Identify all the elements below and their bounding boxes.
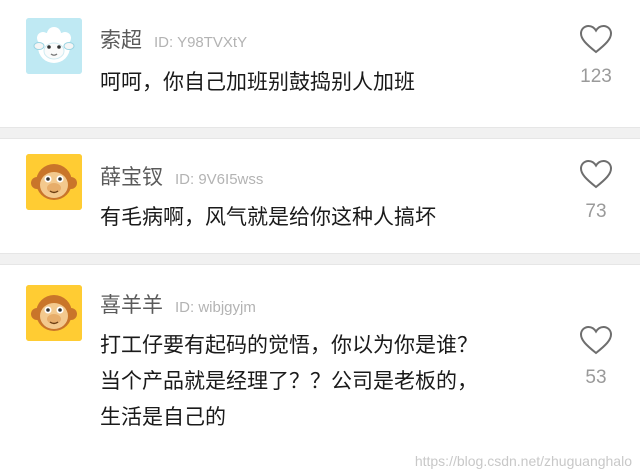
user-id: ID: 9V6I5wss [175, 171, 264, 188]
like-button[interactable]: 123 [574, 24, 618, 88]
like-count: 123 [580, 66, 612, 87]
user-id: ID: Y98TVXtY [154, 34, 248, 51]
watermark: https://blog.csdn.net/zhuguanghalo [414, 453, 632, 469]
username[interactable]: 喜羊羊 [100, 293, 163, 317]
comment-text: 呵呵，你自己加班别鼓捣别人加班 [100, 64, 560, 100]
comment-list: 索超 ID: Y98TVXtY 呵呵，你自己加班别鼓捣别人加班 123 薛宝钗 … [0, 0, 640, 475]
username[interactable]: 薛宝钗 [100, 165, 163, 189]
username[interactable]: 索超 [100, 28, 142, 52]
comment-line: 打工仔要有起码的觉悟，你以为你是谁？ [100, 333, 478, 357]
comment-text: 有毛病啊，风气就是给你这种人搞坏 [100, 199, 560, 235]
monkey-icon [26, 285, 82, 341]
heart-icon [579, 24, 613, 54]
heart-icon [579, 325, 613, 355]
username-row: 薛宝钗 ID: 9V6I5wss [100, 161, 263, 191]
like-count: 73 [585, 201, 607, 222]
comment-item: 喜羊羊 ID: wibjgyjm 打工仔要有起码的觉悟，你以为你是谁？ 当个产品就… [0, 265, 640, 475]
username-row: 索超 ID: Y98TVXtY [100, 24, 247, 54]
comment-line: 有毛病啊，风气就是给你这种人搞坏 [100, 205, 436, 229]
like-button[interactable]: 53 [574, 325, 618, 389]
comment-text: 打工仔要有起码的觉悟，你以为你是谁？ 当个产品就是经理了？？公司是老板的， 生活… [100, 327, 560, 435]
sheep-icon [26, 18, 82, 74]
monkey-icon [26, 154, 82, 210]
username-row: 喜羊羊 ID: wibjgyjm [100, 289, 256, 319]
heart-icon [579, 159, 613, 189]
comment-item: 索超 ID: Y98TVXtY 呵呵，你自己加班别鼓捣别人加班 123 [0, 0, 640, 128]
monkey-avatar[interactable] [26, 154, 82, 210]
monkey-avatar[interactable] [26, 285, 82, 341]
divider [0, 253, 640, 265]
comment-line: 当个产品就是经理了？？公司是老板的， [100, 369, 478, 393]
comment-item: 薛宝钗 ID: 9V6I5wss 有毛病啊，风气就是给你这种人搞坏 73 [0, 139, 640, 253]
divider [0, 127, 640, 139]
sheep-avatar[interactable] [26, 18, 82, 74]
like-count: 53 [585, 367, 607, 388]
user-id: ID: wibjgyjm [175, 299, 256, 316]
comment-line: 呵呵，你自己加班别鼓捣别人加班 [100, 70, 415, 94]
comment-line: 生活是自己的 [100, 405, 226, 429]
like-button[interactable]: 73 [574, 159, 618, 223]
